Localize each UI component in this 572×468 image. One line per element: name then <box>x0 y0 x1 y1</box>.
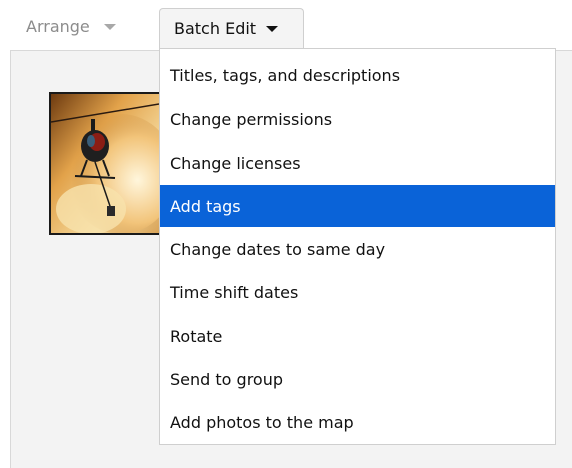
menu-item-change-permissions[interactable]: Change permissions <box>160 98 555 140</box>
batch-edit-button[interactable]: Batch Edit <box>159 8 304 48</box>
menu-item-send-to-group[interactable]: Send to group <box>160 358 555 400</box>
menu-item-titles-tags-descriptions[interactable]: Titles, tags, and descriptions <box>160 54 555 96</box>
organizer-view: Arrange Batch Edit Titles, tags, and des… <box>0 0 572 468</box>
chevron-down-icon <box>266 25 279 32</box>
menu-item-add-tags[interactable]: Add tags <box>160 185 555 227</box>
batch-edit-dropdown: Titles, tags, and descriptions Change pe… <box>159 48 556 445</box>
chevron-down-icon <box>103 23 116 30</box>
batch-edit-label: Batch Edit <box>174 19 257 38</box>
arrange-label: Arrange <box>26 17 90 36</box>
menu-item-time-shift-dates[interactable]: Time shift dates <box>160 271 555 313</box>
arrange-menu[interactable]: Arrange <box>26 17 116 36</box>
menu-item-rotate[interactable]: Rotate <box>160 315 555 357</box>
photo-thumbnail[interactable] <box>49 92 161 235</box>
menu-item-add-photos-to-map[interactable]: Add photos to the map <box>160 401 555 443</box>
menu-item-change-dates-same-day[interactable]: Change dates to same day <box>160 228 555 270</box>
toolbar: Arrange Batch Edit <box>0 0 572 50</box>
helicopter-photo <box>51 94 159 233</box>
menu-item-change-licenses[interactable]: Change licenses <box>160 142 555 184</box>
